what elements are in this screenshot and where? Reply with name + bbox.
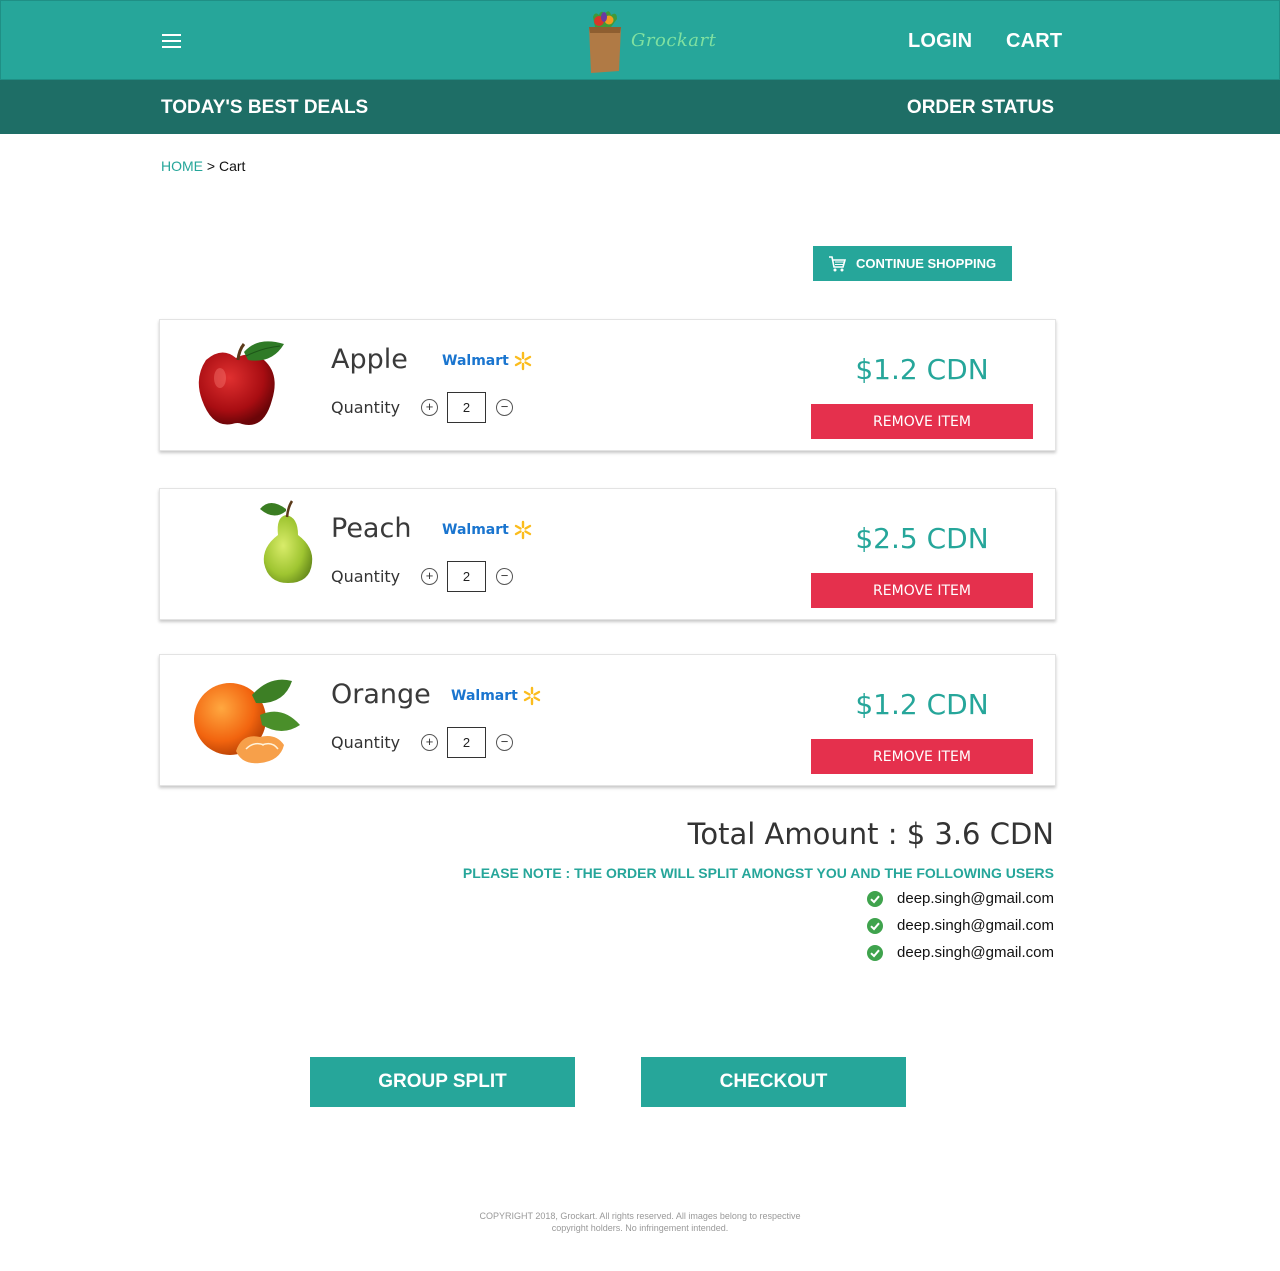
item-price: $2.5 CDN [855,522,989,555]
breadcrumb-separator: > [206,158,216,174]
quantity-increase-button[interactable]: + [421,399,438,416]
cart-item-card: Apple Walmart Quantity + − $1.2 CDN REMO… [159,319,1056,451]
checkout-button[interactable]: CHECKOUT [641,1057,906,1107]
walmart-logo: Walmart [451,686,542,706]
total-amount: Total Amount : $ 3.6 CDN [687,817,1054,851]
item-name: Peach [331,513,412,544]
split-user-email: deep.singh@gmail.com [897,890,1054,907]
walmart-spark-icon [514,520,532,540]
quantity-label: Quantity [331,398,401,417]
quantity-decrease-button[interactable]: − [496,734,513,751]
split-user-email: deep.singh@gmail.com [897,944,1054,961]
top-navbar: Grockart LOGIN CART [0,0,1280,80]
pear-image [256,497,316,590]
walmart-logo: Walmart [442,351,533,371]
split-user-row: deep.singh@gmail.com [867,944,1054,961]
remove-item-button[interactable]: REMOVE ITEM [811,739,1033,774]
store-name: Walmart [451,688,518,704]
shopping-cart-icon [828,255,846,272]
walmart-logo: Walmart [442,520,533,540]
item-price: $1.2 CDN [855,688,989,721]
grockart-logo[interactable]: Grockart [581,9,716,75]
hamburger-menu-icon[interactable] [162,34,181,48]
order-status-link[interactable]: ORDER STATUS [907,97,1054,119]
quantity-label: Quantity [331,567,401,586]
quantity-label: Quantity [331,733,401,752]
breadcrumb-home-link[interactable]: HOME [161,158,203,174]
remove-item-button[interactable]: REMOVE ITEM [811,573,1033,608]
quantity-increase-button[interactable]: + [421,568,438,585]
quantity-decrease-button[interactable]: − [496,399,513,416]
quantity-input[interactable] [447,727,486,758]
check-circle-icon [867,944,884,961]
group-split-button[interactable]: GROUP SPLIT [310,1057,575,1107]
quantity-increase-button[interactable]: + [421,734,438,751]
remove-item-button[interactable]: REMOVE ITEM [811,404,1033,439]
item-name: Orange [331,679,431,710]
store-name: Walmart [442,522,509,538]
login-link[interactable]: LOGIN [908,30,972,53]
continue-shopping-label: CONTINUE SHOPPING [856,256,997,271]
split-user-row: deep.singh@gmail.com [867,890,1054,907]
orange-image [190,675,306,772]
footer-copyright: COPYRIGHT 2018, Grockart. All rights res… [479,1211,801,1233]
cart-item-card: Peach Walmart Quantity + − $2.5 CDN REMO… [159,488,1056,620]
split-user-row: deep.singh@gmail.com [867,917,1054,934]
item-name: Apple [331,344,408,375]
apple-image [192,338,292,435]
breadcrumb-current: Cart [218,158,246,174]
check-circle-icon [867,917,884,934]
grocery-bag-icon [589,11,621,73]
sub-navbar: TODAY'S BEST DEALS ORDER STATUS [0,80,1280,134]
logo-text: Grockart [631,30,717,51]
split-note: PLEASE NOTE : THE ORDER WILL SPLIT AMONG… [462,865,1054,881]
cart-item-card: Orange Walmart Quantity + − $1.2 CDN REM… [159,654,1056,786]
continue-shopping-button[interactable]: CONTINUE SHOPPING [813,246,1012,281]
quantity-input[interactable] [447,392,486,423]
store-name: Walmart [442,353,509,369]
walmart-spark-icon [523,686,541,706]
item-price: $1.2 CDN [855,353,989,386]
breadcrumb: HOME > Cart [161,158,245,174]
check-circle-icon [867,890,884,907]
quantity-decrease-button[interactable]: − [496,568,513,585]
cart-link[interactable]: CART [1006,30,1062,53]
todays-best-deals-link[interactable]: TODAY'S BEST DEALS [161,97,368,119]
walmart-spark-icon [514,351,532,371]
quantity-input[interactable] [447,561,486,592]
split-user-email: deep.singh@gmail.com [897,917,1054,934]
